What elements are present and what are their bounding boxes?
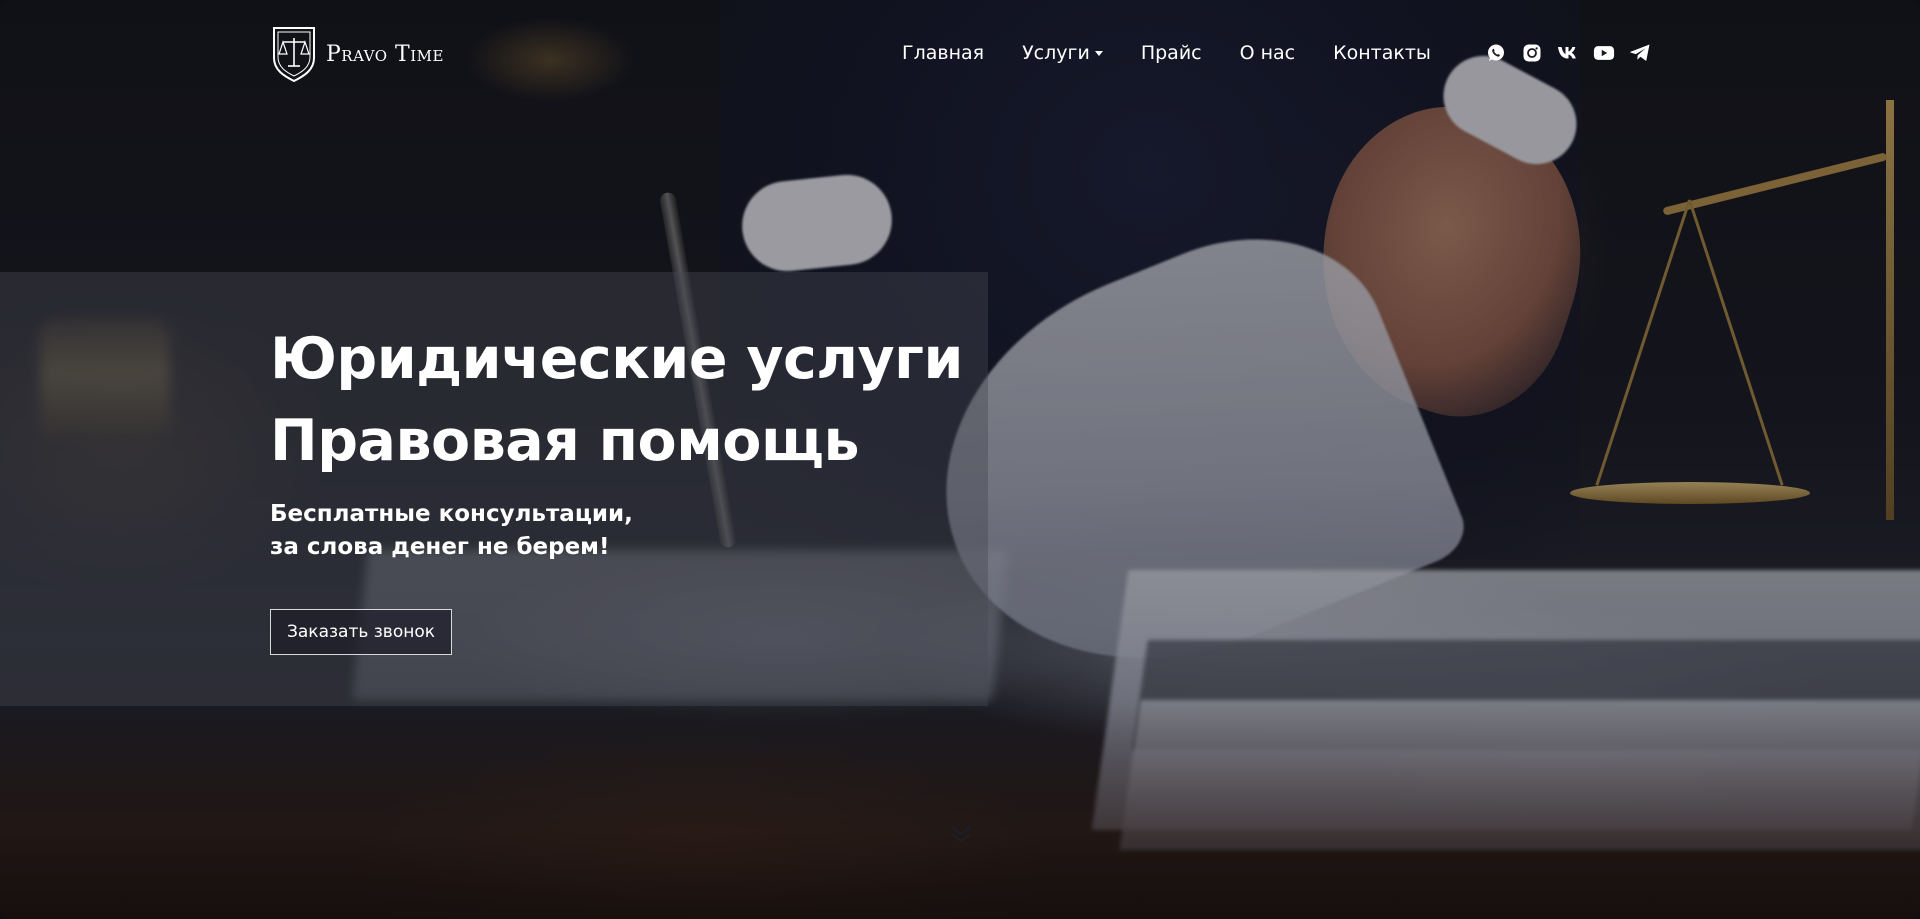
hero-section: Pravo Time Главная Услуги Прайс О нас Ко… bbox=[0, 0, 1920, 919]
nav-item-services[interactable]: Услуги bbox=[1022, 42, 1103, 64]
double-chevron-down-icon[interactable] bbox=[947, 820, 975, 848]
subline-line-2: за слова денег не берем! bbox=[270, 534, 610, 560]
subline-line-1: Бесплатные консультации, bbox=[270, 501, 633, 527]
headline-line-2: Правовая помощь bbox=[270, 408, 860, 474]
whatsapp-icon[interactable] bbox=[1485, 42, 1507, 64]
nav-item-label: Главная bbox=[902, 42, 985, 64]
nav-item-about[interactable]: О нас bbox=[1240, 42, 1296, 64]
instagram-icon[interactable] bbox=[1521, 42, 1543, 64]
vk-icon[interactable] bbox=[1557, 42, 1579, 64]
nav-item-label: Услуги bbox=[1022, 42, 1090, 64]
brand-name: Pravo Time bbox=[326, 41, 444, 67]
nav-item-label: Контакты bbox=[1333, 42, 1431, 64]
logo[interactable]: Pravo Time bbox=[270, 24, 444, 84]
caret-down-icon bbox=[1094, 50, 1103, 56]
nav-item-price[interactable]: Прайс bbox=[1141, 42, 1202, 64]
telegram-icon[interactable] bbox=[1629, 42, 1651, 64]
social-links bbox=[1485, 42, 1651, 64]
nav-item-contacts[interactable]: Контакты bbox=[1333, 42, 1431, 64]
nav-item-label: О нас bbox=[1239, 42, 1296, 64]
hero-headline: Юридические услуги Правовая помощь bbox=[270, 318, 963, 482]
nav-item-home[interactable]: Главная bbox=[902, 42, 984, 64]
headline-line-1: Юридические услуги bbox=[270, 326, 963, 392]
nav-item-label: Прайс bbox=[1140, 42, 1202, 64]
site-header: Pravo Time Главная Услуги Прайс О нас Ко… bbox=[270, 24, 1650, 86]
order-call-button[interactable]: Заказать звонок bbox=[270, 609, 452, 655]
main-nav: Главная Услуги Прайс О нас Контакты bbox=[902, 42, 1469, 64]
hero-subline: Бесплатные консультации, за слова денег … bbox=[270, 498, 633, 564]
shield-scales-logo-icon bbox=[273, 27, 315, 83]
youtube-icon[interactable] bbox=[1593, 42, 1615, 64]
